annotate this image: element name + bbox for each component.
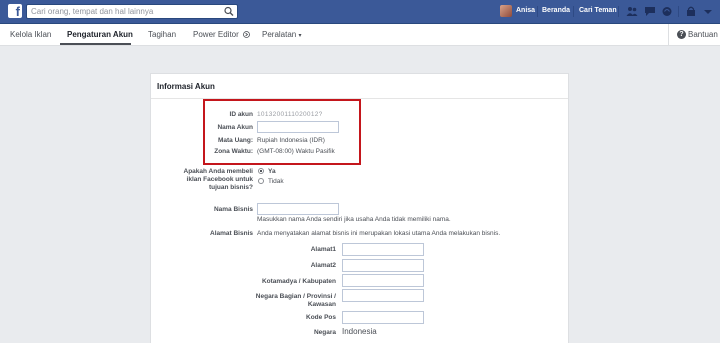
business-name-hint: Masukkan nama Anda sendiri jika usaha An…: [257, 216, 451, 223]
tab-peralatan[interactable]: Peralatan ▾: [262, 30, 302, 39]
settings-icon[interactable]: [702, 6, 714, 17]
business-address-label: Alamat Bisnis: [210, 230, 253, 237]
business-question-line1: Apakah Anda membeli: [183, 168, 253, 175]
active-tab-indicator: [60, 43, 131, 45]
business-question-line2: iklan Facebook untuk: [186, 176, 253, 183]
radio-yes-label[interactable]: Ya: [268, 168, 276, 175]
city-label: Kotamadya / Kabupaten: [261, 278, 336, 285]
tab-power-editor[interactable]: Power Editor: [193, 30, 250, 39]
search-input[interactable]: [27, 5, 217, 18]
search-icon[interactable]: [223, 6, 235, 17]
address2-input[interactable]: [342, 259, 424, 272]
home-link[interactable]: Beranda: [542, 7, 570, 14]
zip-input[interactable]: [342, 311, 424, 324]
tab-pengaturan-akun[interactable]: Pengaturan Akun: [67, 30, 133, 39]
business-address-hint: Anda menyatakan alamat bisnis ini merupa…: [257, 230, 501, 237]
profile-link[interactable]: Anisa: [516, 7, 535, 14]
country-value[interactable]: Indonesia: [342, 327, 377, 336]
find-friends-link[interactable]: Cari Teman: [579, 7, 617, 14]
chevron-down-icon: ▾: [298, 33, 302, 39]
friend-requests-icon[interactable]: [626, 6, 638, 17]
radio-no[interactable]: [258, 178, 264, 184]
search-box[interactable]: [26, 4, 238, 19]
state-label-line1: Negara Bagian / Provinsi /: [255, 293, 336, 300]
radio-yes[interactable]: [258, 168, 264, 174]
nav-divider: [678, 6, 679, 17]
nav-divider: [618, 6, 619, 17]
zip-label: Kode Pos: [306, 314, 336, 321]
radio-no-label[interactable]: Tidak: [268, 178, 284, 185]
nav-divider: [537, 6, 538, 17]
city-input[interactable]: [342, 274, 424, 287]
business-name-label: Nama Bisnis: [213, 206, 253, 213]
lock-icon[interactable]: [685, 6, 697, 17]
address1-label: Alamat1: [310, 246, 336, 253]
state-input[interactable]: [342, 289, 424, 302]
help-icon: ?: [677, 30, 686, 39]
notifications-icon[interactable]: [661, 6, 673, 17]
country-label: Negara: [313, 329, 336, 336]
tab-kelola-iklan[interactable]: Kelola Iklan: [10, 30, 51, 39]
tab-power-editor-label: Power Editor: [193, 30, 239, 39]
facebook-logo-icon[interactable]: f: [8, 4, 22, 18]
business-name-input[interactable]: [257, 203, 339, 215]
address2-label: Alamat2: [310, 262, 336, 269]
tab-peralatan-label: Peralatan: [262, 30, 297, 39]
messages-icon[interactable]: [644, 6, 656, 17]
user-avatar[interactable]: [500, 5, 512, 17]
nav-divider: [573, 6, 574, 17]
business-question-line3: tujuan bisnis?: [208, 184, 253, 191]
address1-input[interactable]: [342, 243, 424, 256]
state-label-line2: Kawasan: [307, 301, 336, 308]
external-link-icon: [243, 31, 250, 38]
help-label: Bantuan: [688, 30, 718, 39]
highlight-box: [203, 99, 361, 165]
top-bar: f Anisa Beranda Cari Teman: [0, 0, 720, 24]
tab-tagihan[interactable]: Tagihan: [148, 30, 176, 39]
help-button[interactable]: ? Bantuan: [668, 24, 720, 45]
panel-title: Informasi Akun: [157, 82, 215, 91]
